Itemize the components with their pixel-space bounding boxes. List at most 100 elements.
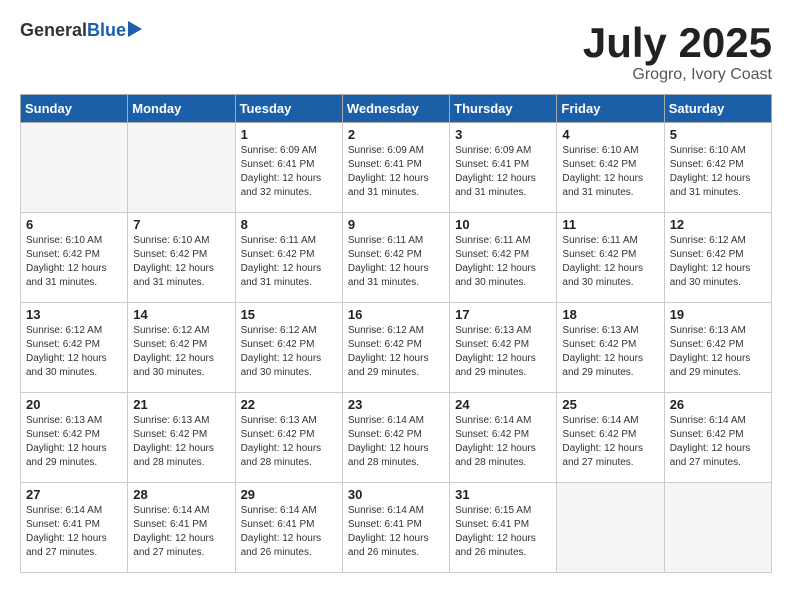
- day-number: 24: [455, 397, 551, 412]
- calendar-cell: 6 Sunrise: 6:10 AMSunset: 6:42 PMDaylight…: [21, 213, 128, 303]
- weekday-header: Monday: [128, 95, 235, 123]
- calendar-cell: 13 Sunrise: 6:12 AMSunset: 6:42 PMDayligh…: [21, 303, 128, 393]
- day-info: Sunrise: 6:09 AMSunset: 6:41 PMDaylight:…: [241, 144, 337, 200]
- calendar-cell: [557, 483, 664, 573]
- logo-general: General: [20, 20, 87, 41]
- month-title: July 2025: [583, 20, 772, 66]
- calendar-cell: 20 Sunrise: 6:13 AMSunset: 6:42 PMDayligh…: [21, 393, 128, 483]
- day-number: 21: [133, 397, 229, 412]
- calendar-cell: 10 Sunrise: 6:11 AMSunset: 6:42 PMDayligh…: [450, 213, 557, 303]
- day-info: Sunrise: 6:13 AMSunset: 6:42 PMDaylight:…: [26, 414, 122, 470]
- day-number: 22: [241, 397, 337, 412]
- calendar-cell: 15Sunrise: 6:12 AMSunset: 6:42 PMDayligh…: [235, 303, 342, 393]
- day-info: Sunrise: 6:12 AMSunset: 6:42 PMDaylight:…: [348, 324, 444, 380]
- calendar-week-row: 6 Sunrise: 6:10 AMSunset: 6:42 PMDaylight…: [21, 213, 772, 303]
- day-info: Sunrise: 6:10 AMSunset: 6:42 PMDaylight:…: [562, 144, 658, 200]
- day-number: 2: [348, 127, 444, 142]
- day-info: Sunrise: 6:10 AMSunset: 6:42 PMDaylight:…: [133, 234, 229, 290]
- calendar-cell: [128, 123, 235, 213]
- day-number: 8: [241, 217, 337, 232]
- calendar-week-row: 27Sunrise: 6:14 AMSunset: 6:41 PMDayligh…: [21, 483, 772, 573]
- day-number: 6: [26, 217, 122, 232]
- calendar-cell: 1Sunrise: 6:09 AMSunset: 6:41 PMDaylight…: [235, 123, 342, 213]
- logo-arrow-icon: [128, 21, 142, 37]
- day-info: Sunrise: 6:14 AMSunset: 6:41 PMDaylight:…: [241, 504, 337, 560]
- logo-blue: Blue: [87, 20, 126, 41]
- title-block: July 2025 Grogro, Ivory Coast: [583, 20, 772, 84]
- calendar-cell: 30 Sunrise: 6:14 AMSunset: 6:41 PMDayligh…: [342, 483, 449, 573]
- calendar-cell: 4 Sunrise: 6:10 AMSunset: 6:42 PMDaylight…: [557, 123, 664, 213]
- day-info: Sunrise: 6:14 AMSunset: 6:41 PMDaylight:…: [26, 504, 122, 560]
- day-info: Sunrise: 6:13 AMSunset: 6:42 PMDaylight:…: [455, 324, 551, 380]
- weekday-header: Tuesday: [235, 95, 342, 123]
- weekday-header: Friday: [557, 95, 664, 123]
- calendar-body: 1Sunrise: 6:09 AMSunset: 6:41 PMDaylight…: [21, 123, 772, 573]
- logo: General Blue: [20, 20, 142, 41]
- calendar-cell: 29 Sunrise: 6:14 AMSunset: 6:41 PMDayligh…: [235, 483, 342, 573]
- day-info: Sunrise: 6:13 AMSunset: 6:42 PMDaylight:…: [241, 414, 337, 470]
- day-info: Sunrise: 6:11 AMSunset: 6:42 PMDaylight:…: [455, 234, 551, 290]
- day-number: 13: [26, 307, 122, 322]
- day-info: Sunrise: 6:14 AMSunset: 6:42 PMDaylight:…: [455, 414, 551, 470]
- day-info: Sunrise: 6:11 AMSunset: 6:42 PMDaylight:…: [241, 234, 337, 290]
- day-info: Sunrise: 6:13 AMSunset: 6:42 PMDaylight:…: [562, 324, 658, 380]
- calendar-week-row: 20 Sunrise: 6:13 AMSunset: 6:42 PMDayligh…: [21, 393, 772, 483]
- day-info: Sunrise: 6:12 AMSunset: 6:42 PMDaylight:…: [26, 324, 122, 380]
- day-number: 4: [562, 127, 658, 142]
- day-info: Sunrise: 6:14 AMSunset: 6:42 PMDaylight:…: [348, 414, 444, 470]
- day-number: 30: [348, 487, 444, 502]
- weekday-header: Thursday: [450, 95, 557, 123]
- day-number: 12: [670, 217, 766, 232]
- day-number: 17: [455, 307, 551, 322]
- day-number: 28: [133, 487, 229, 502]
- day-number: 20: [26, 397, 122, 412]
- day-info: Sunrise: 6:12 AMSunset: 6:42 PMDaylight:…: [241, 324, 337, 380]
- location-text: Grogro, Ivory Coast: [583, 66, 772, 84]
- calendar-cell: 22 Sunrise: 6:13 AMSunset: 6:42 PMDayligh…: [235, 393, 342, 483]
- day-number: 31: [455, 487, 551, 502]
- day-number: 3: [455, 127, 551, 142]
- calendar-cell: 26 Sunrise: 6:14 AMSunset: 6:42 PMDayligh…: [664, 393, 771, 483]
- day-info: Sunrise: 6:14 AMSunset: 6:41 PMDaylight:…: [348, 504, 444, 560]
- page-header: General Blue July 2025 Grogro, Ivory Coa…: [20, 20, 772, 84]
- day-info: Sunrise: 6:13 AMSunset: 6:42 PMDaylight:…: [670, 324, 766, 380]
- day-number: 23: [348, 397, 444, 412]
- day-info: Sunrise: 6:14 AMSunset: 6:42 PMDaylight:…: [670, 414, 766, 470]
- calendar-cell: 18 Sunrise: 6:13 AMSunset: 6:42 PMDayligh…: [557, 303, 664, 393]
- calendar-cell: 31Sunrise: 6:15 AMSunset: 6:41 PMDayligh…: [450, 483, 557, 573]
- calendar-cell: 2 Sunrise: 6:09 AMSunset: 6:41 PMDaylight…: [342, 123, 449, 213]
- calendar-cell: 21 Sunrise: 6:13 AMSunset: 6:42 PMDayligh…: [128, 393, 235, 483]
- calendar-cell: [21, 123, 128, 213]
- weekday-header: Wednesday: [342, 95, 449, 123]
- calendar-cell: 12 Sunrise: 6:12 AMSunset: 6:42 PMDayligh…: [664, 213, 771, 303]
- weekday-header: Saturday: [664, 95, 771, 123]
- day-info: Sunrise: 6:09 AMSunset: 6:41 PMDaylight:…: [348, 144, 444, 200]
- day-number: 25: [562, 397, 658, 412]
- calendar-cell: 5Sunrise: 6:10 AMSunset: 6:42 PMDaylight…: [664, 123, 771, 213]
- day-number: 7: [133, 217, 229, 232]
- calendar-cell: 14 Sunrise: 6:12 AMSunset: 6:42 PMDayligh…: [128, 303, 235, 393]
- day-info: Sunrise: 6:12 AMSunset: 6:42 PMDaylight:…: [133, 324, 229, 380]
- day-number: 11: [562, 217, 658, 232]
- calendar-cell: [664, 483, 771, 573]
- calendar-cell: 25Sunrise: 6:14 AMSunset: 6:42 PMDayligh…: [557, 393, 664, 483]
- day-number: 29: [241, 487, 337, 502]
- day-info: Sunrise: 6:09 AMSunset: 6:41 PMDaylight:…: [455, 144, 551, 200]
- day-info: Sunrise: 6:12 AMSunset: 6:42 PMDaylight:…: [670, 234, 766, 290]
- day-info: Sunrise: 6:11 AMSunset: 6:42 PMDaylight:…: [562, 234, 658, 290]
- day-number: 14: [133, 307, 229, 322]
- calendar-header: SundayMondayTuesdayWednesdayThursdayFrid…: [21, 95, 772, 123]
- day-number: 16: [348, 307, 444, 322]
- calendar-cell: 8 Sunrise: 6:11 AMSunset: 6:42 PMDaylight…: [235, 213, 342, 303]
- day-info: Sunrise: 6:10 AMSunset: 6:42 PMDaylight:…: [26, 234, 122, 290]
- calendar-cell: 16 Sunrise: 6:12 AMSunset: 6:42 PMDayligh…: [342, 303, 449, 393]
- calendar-week-row: 1Sunrise: 6:09 AMSunset: 6:41 PMDaylight…: [21, 123, 772, 213]
- day-number: 19: [670, 307, 766, 322]
- day-info: Sunrise: 6:10 AMSunset: 6:42 PMDaylight:…: [670, 144, 766, 200]
- day-number: 18: [562, 307, 658, 322]
- day-number: 10: [455, 217, 551, 232]
- day-number: 26: [670, 397, 766, 412]
- day-info: Sunrise: 6:13 AMSunset: 6:42 PMDaylight:…: [133, 414, 229, 470]
- calendar-cell: 7 Sunrise: 6:10 AMSunset: 6:42 PMDaylight…: [128, 213, 235, 303]
- weekday-header: Sunday: [21, 95, 128, 123]
